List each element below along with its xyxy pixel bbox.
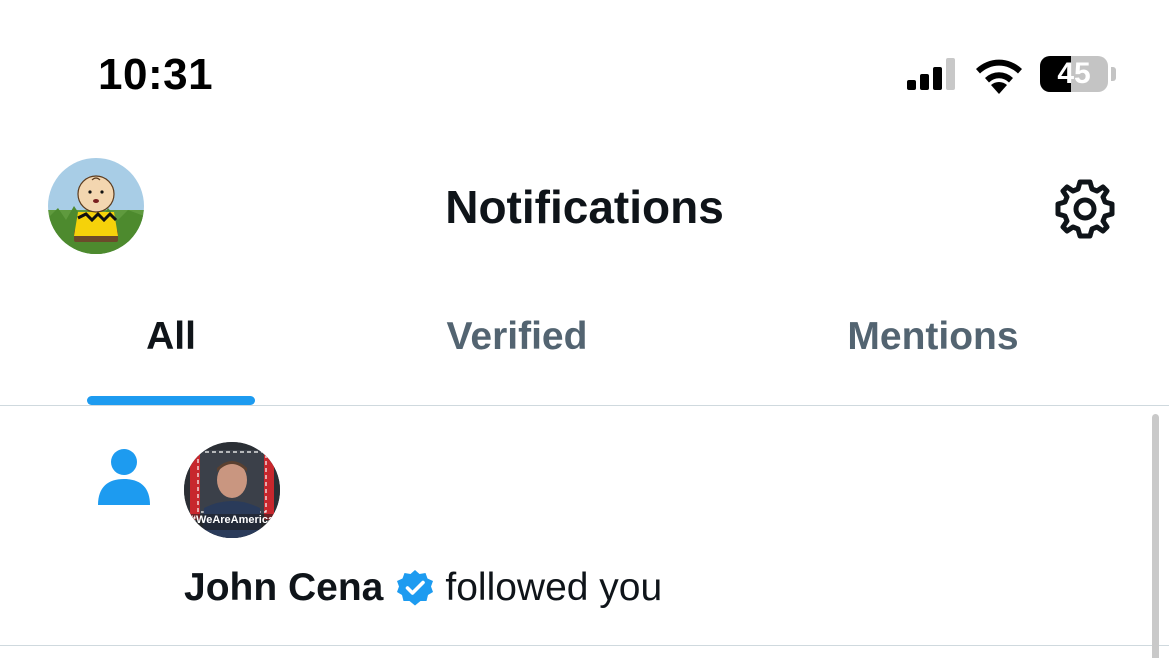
notification-action: followed you	[445, 566, 663, 609]
active-tab-indicator	[87, 396, 255, 405]
page-title: Notifications	[445, 181, 724, 233]
wifi-icon	[976, 59, 1022, 94]
battery-percentage: 45	[1057, 57, 1091, 90]
notifications-screen: 10:31 45 Notifications All Verified Ment…	[0, 0, 1169, 658]
tab-verified[interactable]: Verified	[412, 315, 622, 359]
battery-cap	[1111, 67, 1116, 81]
verified-badge-icon	[397, 570, 434, 606]
tab-mentions[interactable]: Mentions	[810, 315, 1056, 359]
cellular-signal-icon	[907, 58, 959, 90]
gear-icon[interactable]	[1052, 176, 1118, 242]
avatar[interactable]: #WeAreAmerica	[184, 442, 280, 538]
avatar-caption: #WeAreAmerica	[189, 514, 275, 526]
notification-text: John Cena followed you	[184, 566, 662, 610]
scrollbar[interactable]	[1152, 414, 1159, 658]
battery-icon: 45	[1040, 56, 1108, 92]
tabs-divider	[0, 405, 1169, 406]
status-time: 10:31	[98, 50, 214, 99]
tab-all[interactable]: All	[88, 315, 254, 359]
person-icon	[98, 449, 150, 505]
row-divider	[0, 645, 1169, 646]
user-name[interactable]: John Cena	[184, 566, 383, 610]
